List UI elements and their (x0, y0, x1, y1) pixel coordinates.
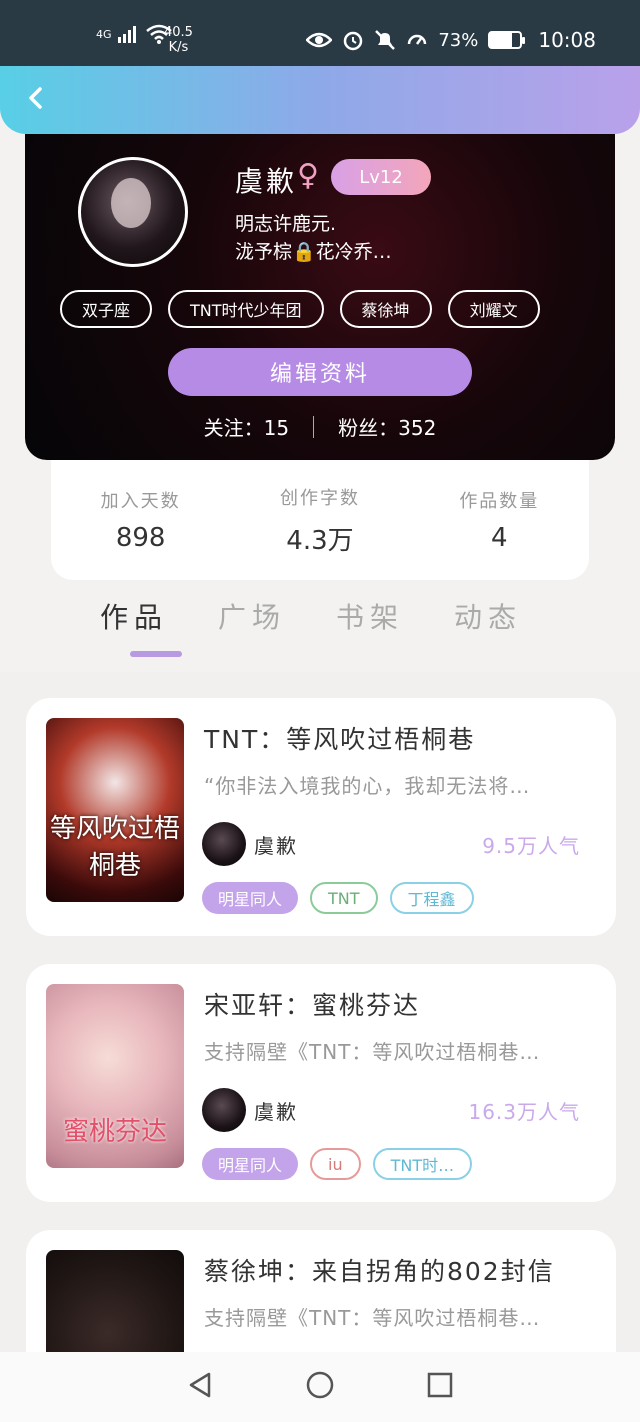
work-tag[interactable]: 明星同人 (202, 1148, 299, 1180)
tab-activity[interactable]: 动态 (454, 596, 522, 636)
circle-home-icon (306, 1371, 334, 1399)
status-bar: 4G 40.5 K/s 73% 10:08 (0, 0, 640, 66)
author-avatar (202, 822, 246, 866)
net-speed: 40.5 K/s (164, 25, 193, 55)
work-title[interactable]: TNT：等风吹过梧桐巷 (204, 720, 475, 756)
work-title[interactable]: 蔡徐坤：来自拐角的802封信 (204, 1252, 555, 1288)
signal-icon (117, 26, 136, 43)
nav-home-button[interactable] (305, 1370, 335, 1404)
stat-works-count: 作品数量 4 (459, 491, 540, 553)
profile-tag[interactable]: 双子座 (60, 290, 153, 328)
back-button[interactable] (18, 80, 54, 116)
signal-label: 4G (96, 27, 112, 41)
username: 虞歉 (235, 165, 298, 198)
work-tag[interactable]: TNT (310, 882, 378, 914)
speed-icon (408, 34, 427, 45)
profile-tag[interactable]: 刘耀文 (447, 290, 540, 328)
profile-card: 虞歉 ♀ Lv12 明志许鹿元. 泷予棕🔒花冷乔… 双子座 TNT时代少年团 蔡… (25, 112, 615, 460)
tab-bar: 作品 广场 书架 动态 (100, 596, 522, 636)
clock: 10:08 (538, 28, 596, 52)
battery-percent: 73% (438, 29, 479, 51)
system-nav-bar (0, 1352, 640, 1422)
work-tags: 明星同人 iu TNT时… (202, 1148, 473, 1180)
stat-word-count: 创作字数 4.3万 (279, 487, 360, 556)
work-tag[interactable]: 丁程鑫 (389, 882, 474, 914)
following[interactable]: 关注：15 (204, 412, 289, 441)
work-cover[interactable]: 等风吹过梧桐巷 (46, 718, 184, 902)
tab-bookshelf[interactable]: 书架 (336, 596, 404, 636)
profile-tag[interactable]: TNT时代少年团 (168, 290, 324, 328)
nav-back-button[interactable] (185, 1370, 215, 1404)
work-title[interactable]: 宋亚轩：蜜桃芬达 (204, 986, 420, 1022)
tab-works[interactable]: 作品 (100, 596, 168, 636)
work-tag[interactable]: TNT时… (372, 1148, 473, 1180)
work-author: 虞歉 (254, 834, 298, 858)
tab-square[interactable]: 广场 (218, 596, 286, 636)
work-cover[interactable]: 蜜桃芬达 (46, 984, 184, 1168)
eye-icon (306, 32, 333, 48)
gender-icon: ♀ (297, 158, 319, 193)
author-avatar (202, 1088, 246, 1132)
bio: 明志许鹿元. 泷予棕🔒花冷乔… (235, 213, 392, 263)
work-tag[interactable]: 明星同人 (202, 882, 299, 914)
triangle-back-icon (189, 1372, 211, 1398)
divider (313, 415, 315, 438)
battery-icon (488, 31, 526, 49)
work-description: 支持隔壁《TNT：等风吹过梧桐巷… (204, 1040, 541, 1064)
profile-tag[interactable]: 蔡徐坤 (339, 290, 432, 328)
work-author: 虞歉 (254, 1100, 298, 1124)
signal-indicator: 4G (96, 24, 172, 44)
square-recents-icon (427, 1372, 453, 1398)
chevron-left-icon (29, 87, 42, 109)
work-tag[interactable]: iu (310, 1148, 361, 1180)
level-badge: Lv12 (331, 159, 431, 195)
alarm-icon (344, 31, 363, 51)
work-popularity: 16.3万人气 (468, 1100, 580, 1124)
avatar[interactable] (78, 157, 188, 267)
stats-card: 加入天数 898 创作字数 4.3万 作品数量 4 (51, 460, 589, 580)
work-description: “你非法入境我的心，我却无法将… (204, 774, 531, 798)
work-description: 支持隔壁《TNT：等风吹过梧桐巷… (204, 1306, 541, 1330)
nav-recents-button[interactable] (425, 1370, 455, 1404)
edit-profile-button[interactable]: 编辑资料 (168, 348, 472, 396)
profile-tags: 双子座 TNT时代少年团 蔡徐坤 刘耀文 (60, 290, 540, 328)
work-card[interactable]: 等风吹过梧桐巷 TNT：等风吹过梧桐巷 “你非法入境我的心，我却无法将… 虞歉 … (26, 698, 616, 936)
work-tags: 明星同人 TNT 丁程鑫 (202, 882, 474, 914)
active-tab-indicator (130, 651, 182, 657)
top-header (0, 66, 640, 134)
work-popularity: 9.5万人气 (482, 834, 580, 858)
stat-join-days: 加入天数 898 (100, 491, 181, 553)
mute-icon (375, 30, 396, 50)
followers[interactable]: 粉丝：352 (338, 412, 436, 441)
work-card[interactable]: 蜜桃芬达 宋亚轩：蜜桃芬达 支持隔壁《TNT：等风吹过梧桐巷… 虞歉 16.3万… (26, 964, 616, 1202)
follow-stats: 关注：15 粉丝：352 (25, 412, 615, 441)
